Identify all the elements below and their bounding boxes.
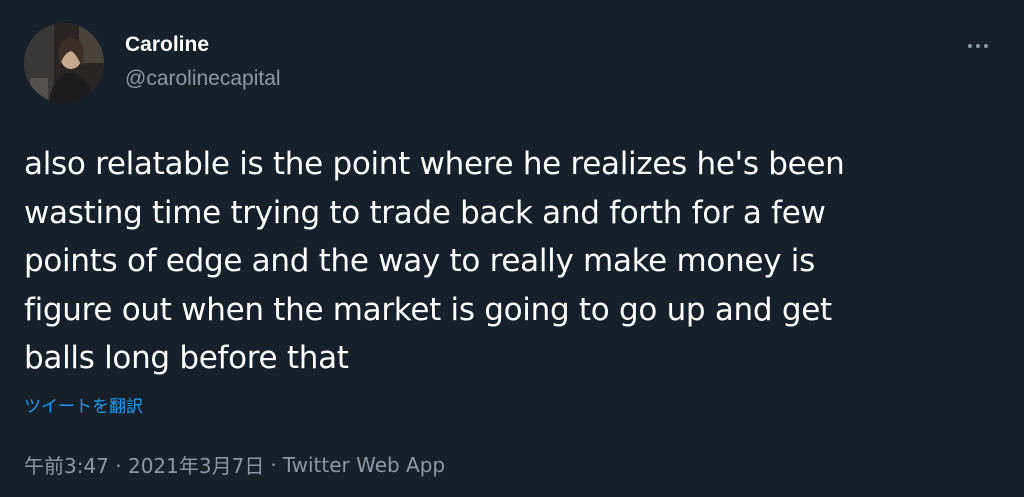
- tweet-timestamp[interactable]: 午前3:47 · 2021年3月7日: [24, 450, 264, 479]
- more-dot: [984, 44, 988, 48]
- more-dot: [968, 44, 972, 48]
- author-handle[interactable]: @carolinecapital: [125, 67, 281, 91]
- more-horizontal-icon[interactable]: [958, 32, 998, 60]
- metadata-separator: ·: [270, 452, 277, 477]
- more-dot: [976, 44, 980, 48]
- tweet-card: Caroline @carolinecapital also relatable…: [0, 0, 1024, 497]
- tweet-text: also relatable is the point where he rea…: [24, 146, 845, 376]
- avatar[interactable]: [24, 23, 104, 103]
- tweet-source-app[interactable]: Twitter Web App: [283, 453, 445, 477]
- translate-tweet-link[interactable]: ツイートを翻訳: [24, 392, 143, 417]
- tweet-metadata: 午前3:47 · 2021年3月7日 · Twitter Web App: [24, 450, 445, 479]
- avatar-photo: [24, 23, 104, 103]
- author-name[interactable]: Caroline: [125, 33, 209, 57]
